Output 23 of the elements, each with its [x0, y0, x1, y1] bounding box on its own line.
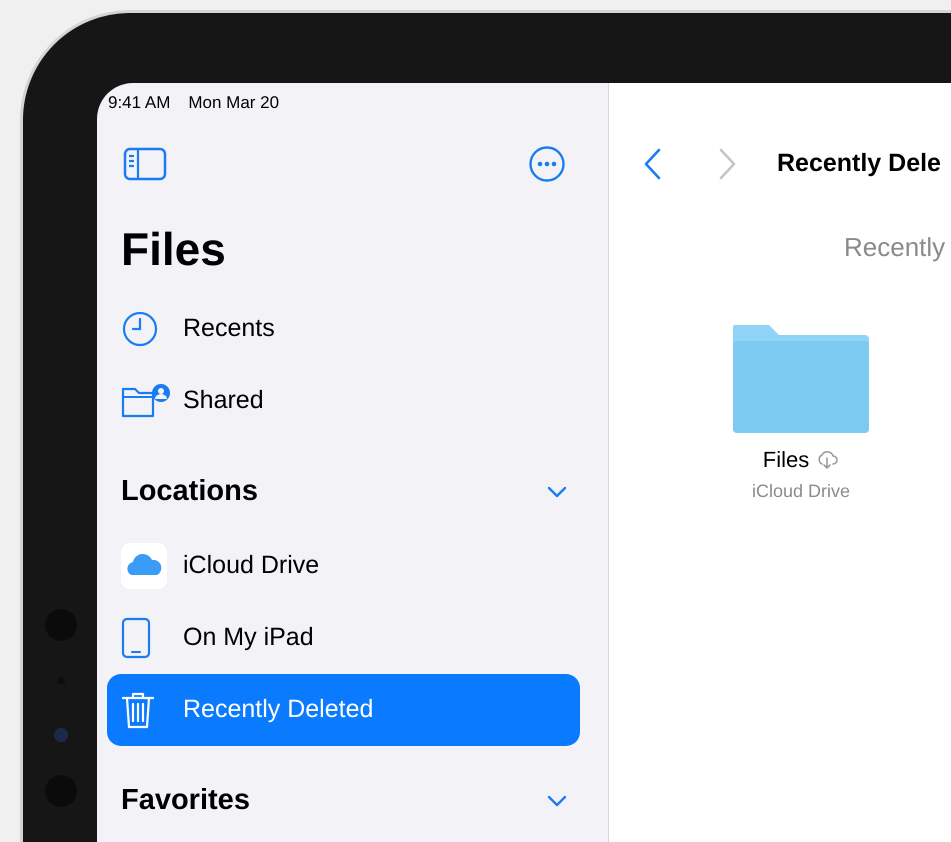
- sidebar-item[interactable]: Recents: [107, 293, 580, 365]
- detail-title: Recently Dele: [777, 148, 941, 180]
- trash-icon: [121, 690, 155, 730]
- more-icon[interactable]: [528, 145, 566, 183]
- folder-name: Files: [762, 446, 810, 474]
- section-header[interactable]: Locations: [97, 462, 608, 522]
- sidebar-toggle-icon[interactable]: [123, 147, 167, 181]
- tablet-icon: [121, 617, 151, 659]
- status-time: 9:41 AM: [108, 92, 170, 114]
- folder-location: iCloud Drive: [752, 480, 850, 503]
- sidebar-title: Files: [121, 222, 226, 276]
- sidebar-item[interactable]: iCloud Drive: [107, 530, 580, 602]
- status-date: Mon Mar 20: [188, 92, 280, 114]
- sidebar-item[interactable]: Shared: [107, 365, 580, 437]
- section-header[interactable]: Favorites: [97, 771, 608, 831]
- shared-folder-icon: [121, 383, 171, 419]
- sidebar-item[interactable]: Recently Deleted: [107, 674, 580, 746]
- cloud-icon: [121, 543, 167, 589]
- detail-heading: Recently: [844, 230, 946, 264]
- sidebar-item[interactable]: On My iPad: [107, 602, 580, 674]
- folder-icon: [731, 323, 871, 435]
- clock-icon: [121, 310, 159, 348]
- folder-item[interactable]: Files iCloud Drive: [731, 323, 871, 505]
